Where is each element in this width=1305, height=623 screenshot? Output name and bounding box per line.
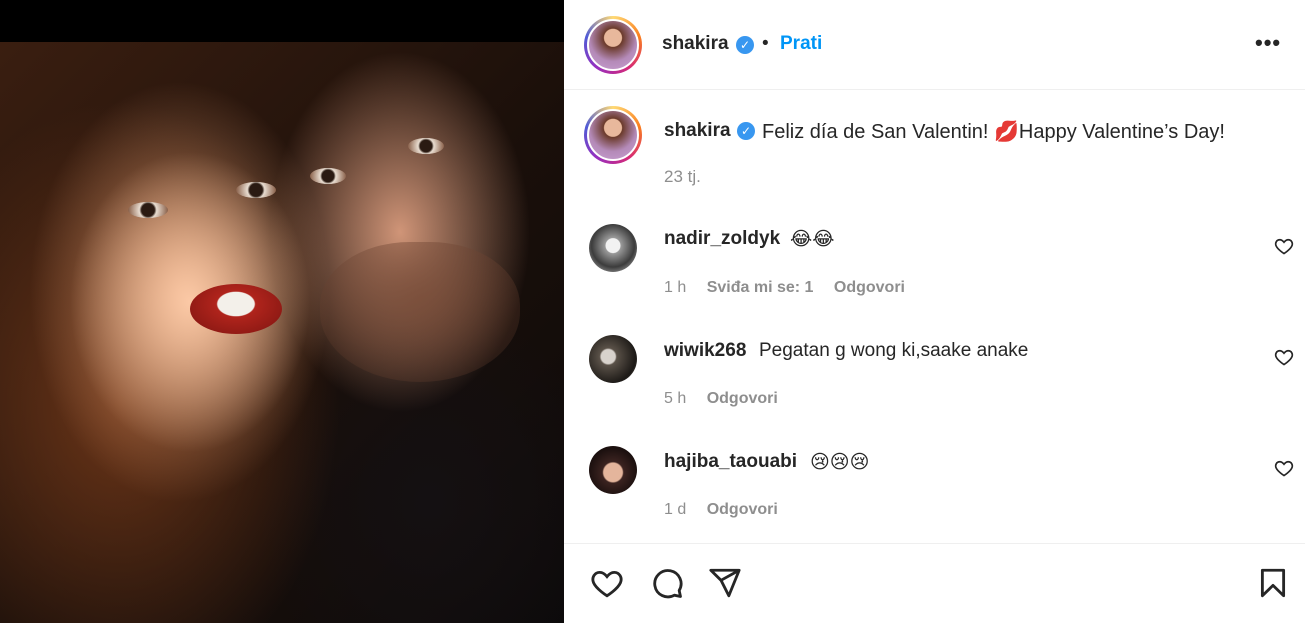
caption-author-avatar-image: [587, 109, 639, 161]
comment-username[interactable]: hajiba_taouabi: [664, 451, 797, 473]
comment-avatar[interactable]: [589, 224, 637, 272]
comment-meta: 1 d Odgovori: [664, 501, 794, 519]
reply-button[interactable]: Odgovori: [834, 279, 905, 296]
post-action-bar: [564, 543, 1305, 623]
comment-likes[interactable]: Sviđa mi se: 1: [707, 279, 814, 296]
photo-detail: [320, 242, 520, 382]
comment-time[interactable]: 1 h: [664, 279, 686, 296]
comment-like-heart-icon[interactable]: [1274, 236, 1294, 256]
more-options-icon[interactable]: •••: [1255, 30, 1281, 56]
photo-detail: [128, 202, 168, 218]
photo-detail: [236, 182, 276, 198]
comment-like-heart-icon[interactable]: [1274, 458, 1294, 478]
comment-username[interactable]: nadir_zoldyk: [664, 228, 780, 250]
reply-button[interactable]: Odgovori: [707, 501, 778, 518]
comment-text: Pegatan g wong ki,saake anake: [759, 340, 1029, 361]
reply-button[interactable]: Odgovori: [707, 390, 778, 407]
photo-detail: [190, 284, 282, 334]
comment-time[interactable]: 1 d: [664, 501, 686, 518]
follow-button[interactable]: Prati: [780, 33, 822, 55]
comment-avatar[interactable]: [589, 446, 637, 494]
post-header: shakira ✓ • Prati •••: [564, 0, 1305, 90]
author-avatar[interactable]: [584, 16, 642, 74]
author-avatar-image: [587, 19, 639, 71]
caption-timestamp[interactable]: 23 tj.: [664, 167, 701, 187]
verified-badge-icon: ✓: [736, 36, 754, 54]
caption-text: Feliz día de San Valentin! 💋Happy Valent…: [762, 121, 1225, 143]
caption-author-avatar[interactable]: [584, 106, 642, 164]
heart-icon[interactable]: [590, 566, 624, 600]
comment-username[interactable]: wiwik268: [664, 340, 746, 362]
comment-meta: 5 h Odgovori: [664, 390, 794, 408]
comment-meta: 1 h Sviđa mi se: 1 Odgovori: [664, 279, 921, 297]
comment-text: 😂😂: [790, 229, 835, 250]
image-letterbox-bar: [0, 0, 564, 42]
comment-like-heart-icon[interactable]: [1274, 347, 1294, 367]
comment-bubble-icon[interactable]: [650, 566, 684, 600]
comment-text: 😢😢😢: [810, 452, 870, 473]
verified-badge-icon: ✓: [737, 122, 755, 140]
paper-plane-icon[interactable]: [708, 566, 742, 600]
photo-detail: [408, 138, 444, 154]
photo-detail: [310, 168, 346, 184]
comment-time[interactable]: 5 h: [664, 390, 686, 407]
author-username[interactable]: shakira: [662, 33, 729, 55]
post-side-panel: shakira ✓ • Prati ••• shakira ✓ Feliz dí…: [564, 0, 1305, 623]
post-photo[interactable]: [0, 42, 564, 623]
bookmark-icon[interactable]: [1256, 566, 1290, 600]
comment-avatar[interactable]: [589, 335, 637, 383]
post-image-pane: [0, 0, 564, 623]
header-separator: •: [762, 33, 769, 54]
caption-username[interactable]: shakira: [664, 120, 731, 142]
